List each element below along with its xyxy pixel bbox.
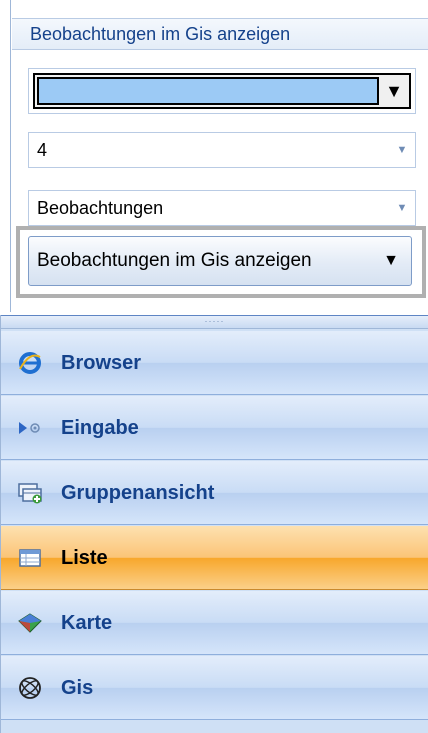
list-icon xyxy=(17,546,43,570)
nav-item-liste[interactable]: Liste xyxy=(1,526,428,590)
navigation-pane: ····· Browser Eingabe Gruppenansicht Lis… xyxy=(0,315,428,733)
nav-item-label: Browser xyxy=(61,352,142,374)
chevron-down-icon[interactable]: ▼ xyxy=(383,237,399,285)
chevron-down-icon[interactable]: ▼ xyxy=(389,191,415,225)
internet-explorer-icon xyxy=(17,351,43,375)
nav-item-gruppenansicht[interactable]: Gruppenansicht xyxy=(1,461,428,525)
nav-item-eingabe[interactable]: Eingabe xyxy=(1,396,428,460)
type-combo[interactable]: Beobachtungen ▼ xyxy=(28,190,416,226)
nav-item-label: Gruppenansicht xyxy=(61,482,215,504)
nav-item-label: Gis xyxy=(61,677,94,699)
chevron-down-icon[interactable]: ▼ xyxy=(383,77,405,105)
nav-item-browser[interactable]: Browser xyxy=(1,331,428,395)
chevron-down-icon[interactable]: ▼ xyxy=(389,133,415,167)
color-picker-combo[interactable]: ▼ xyxy=(28,68,416,114)
panel-title: Beobachtungen im Gis anzeigen xyxy=(12,18,428,50)
nav-item-karte[interactable]: Karte xyxy=(1,591,428,655)
nav-item-label: Eingabe xyxy=(61,417,139,439)
number-combo[interactable]: 4 ▼ xyxy=(28,132,416,168)
number-combo-value: 4 xyxy=(37,140,48,160)
pane-splitter-handle[interactable]: ····· xyxy=(1,315,428,329)
show-in-gis-label: Beobachtungen im Gis anzeigen xyxy=(37,250,312,271)
action-button-focus-frame: Beobachtungen im Gis anzeigen ▼ xyxy=(16,226,426,298)
nav-item-gis[interactable]: Gis xyxy=(1,656,428,720)
nav-item-label: Karte xyxy=(61,612,113,634)
color-picker-frame[interactable]: ▼ xyxy=(33,73,411,109)
color-swatch[interactable] xyxy=(37,77,379,105)
group-view-icon xyxy=(17,481,43,505)
input-arrow-icon xyxy=(17,416,43,440)
nav-item-label: Liste xyxy=(61,547,108,569)
show-in-gis-dropdown-button[interactable]: Beobachtungen im Gis anzeigen ▼ xyxy=(28,236,412,286)
globe-icon xyxy=(17,676,43,700)
map-icon xyxy=(17,611,43,635)
gis-display-panel: Beobachtungen im Gis anzeigen ▼ 4 ▼ Beob… xyxy=(0,0,428,312)
type-combo-value: Beobachtungen xyxy=(37,198,164,218)
